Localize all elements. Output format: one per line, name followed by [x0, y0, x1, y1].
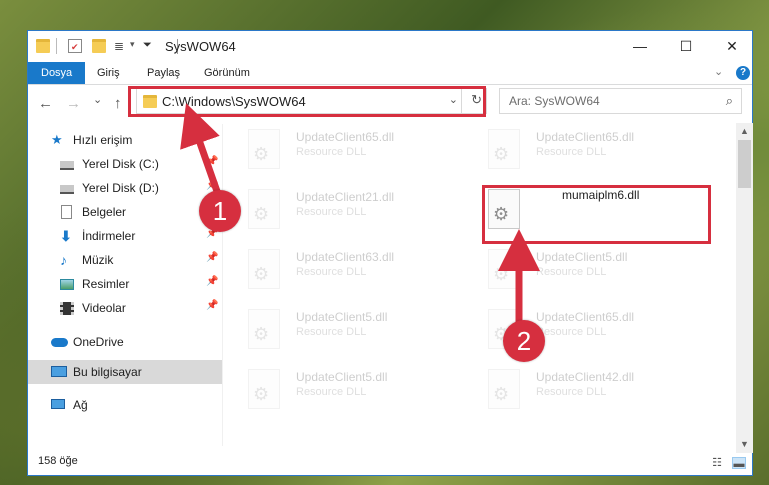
step-1-badge: 1	[199, 190, 241, 232]
step-2-badge: 2	[503, 320, 545, 362]
annotation-arrows	[180, 103, 540, 326]
arrow-to-address	[180, 103, 223, 201]
